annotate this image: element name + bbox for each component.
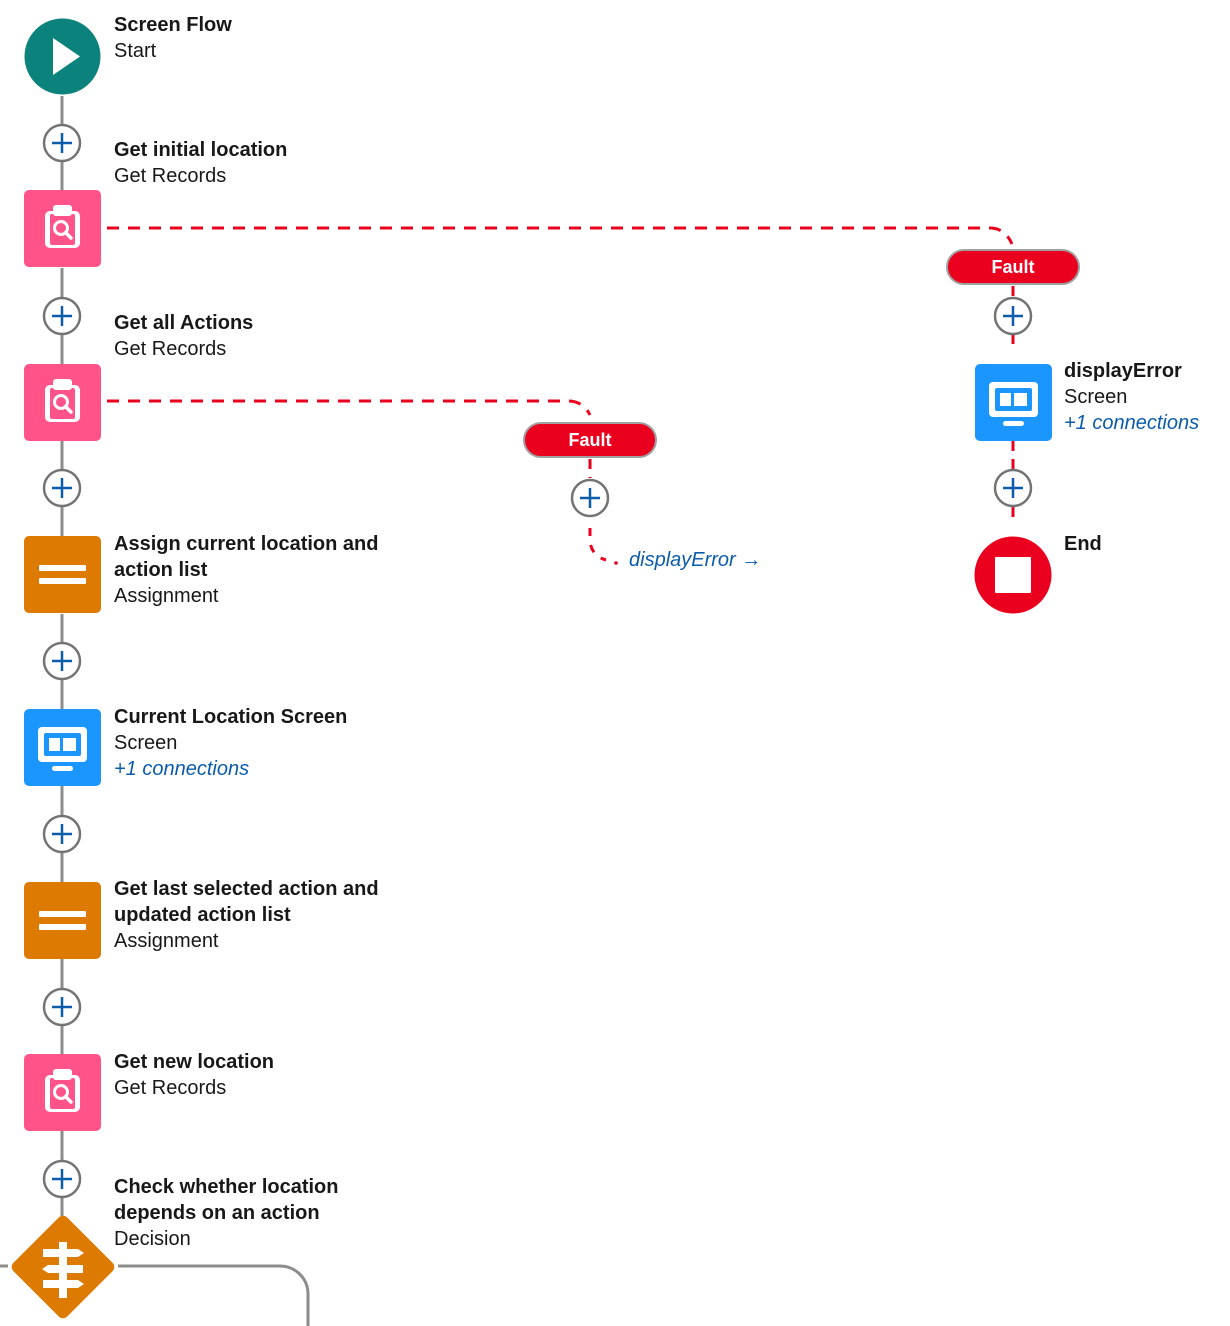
display-error-label: displayError Screen +1 connections xyxy=(1064,358,1199,436)
element-type: Get Records xyxy=(114,1077,227,1099)
element-title-line2: depends on an action xyxy=(114,1202,320,1224)
element-label: Get all Actions Get Records xyxy=(114,310,253,362)
element-title-line2: updated action list xyxy=(114,904,291,926)
element-type: Decision xyxy=(114,1228,191,1250)
element-type: Get Records xyxy=(114,165,227,187)
element-label: Current Location Screen Screen +1 connec… xyxy=(114,704,347,782)
add-element-button[interactable] xyxy=(42,641,82,681)
fault-goto-line xyxy=(588,528,607,562)
fault-connector-line xyxy=(107,399,592,416)
element-type: Screen xyxy=(114,732,178,754)
element-title: Get new location xyxy=(114,1051,275,1073)
end-title: End xyxy=(1064,533,1102,555)
clipboard-search-icon xyxy=(45,205,80,248)
flow-canvas: Screen Flow Start Get initial location G… xyxy=(0,0,1230,1326)
connections-link[interactable]: +1 connections xyxy=(114,756,347,782)
element-title-line1: Get last selected action and xyxy=(114,878,379,900)
add-element-button[interactable] xyxy=(42,1159,82,1199)
connections-link[interactable]: +1 connections xyxy=(1064,410,1199,436)
clipboard-search-icon xyxy=(45,1069,80,1112)
add-element-button[interactable] xyxy=(570,478,610,518)
assignment-node[interactable] xyxy=(24,536,101,613)
fault-goto-dot xyxy=(614,561,618,565)
goto-display-error-link[interactable]: displayError → xyxy=(629,549,761,572)
screen-node[interactable] xyxy=(24,709,101,786)
connector-lines xyxy=(0,96,1015,1326)
end-label: End xyxy=(1064,531,1102,557)
end-node[interactable] xyxy=(974,536,1052,614)
element-title: displayError xyxy=(1064,360,1182,382)
clipboard-search-icon xyxy=(45,379,80,422)
element-title-line1: Check whether location xyxy=(114,1176,339,1198)
element-type: Screen xyxy=(1064,386,1128,408)
fault-connector-line xyxy=(107,226,1014,245)
element-type: Assignment xyxy=(114,585,219,607)
element-type: Assignment xyxy=(114,930,219,952)
display-error-screen-node[interactable] xyxy=(975,364,1052,441)
start-node[interactable] xyxy=(24,18,101,95)
element-label: Check whether location depends on an act… xyxy=(114,1174,339,1252)
element-title-line1: Assign current location and xyxy=(114,533,379,555)
fault-badge[interactable]: Fault xyxy=(523,422,657,458)
stop-icon xyxy=(995,557,1031,593)
element-title: Get all Actions xyxy=(114,312,254,334)
add-element-button[interactable] xyxy=(993,468,1033,508)
element-title: Current Location Screen xyxy=(114,706,348,728)
add-element-button[interactable] xyxy=(993,296,1033,336)
element-title: Get initial location xyxy=(114,139,288,161)
add-element-button[interactable] xyxy=(42,814,82,854)
get-records-node[interactable] xyxy=(24,1054,101,1131)
start-type: Start xyxy=(114,40,157,62)
start-title: Screen Flow xyxy=(114,14,232,36)
start-label: Screen Flow Start xyxy=(114,12,232,64)
add-element-button[interactable] xyxy=(42,987,82,1027)
add-element-button[interactable] xyxy=(42,296,82,336)
get-records-node[interactable] xyxy=(24,364,101,441)
assignment-node[interactable] xyxy=(24,882,101,959)
add-element-button[interactable] xyxy=(42,123,82,163)
element-title-line2: action list xyxy=(114,559,208,581)
decision-branch-line xyxy=(118,1264,310,1326)
element-label: Get new location Get Records xyxy=(114,1049,274,1101)
fault-badge[interactable]: Fault xyxy=(946,249,1080,285)
element-label: Get initial location Get Records xyxy=(114,137,287,189)
decision-node[interactable] xyxy=(8,1212,118,1322)
get-records-node[interactable] xyxy=(24,190,101,267)
element-label: Assign current location and action list … xyxy=(114,531,378,609)
element-type: Get Records xyxy=(114,338,227,360)
element-label: Get last selected action and updated act… xyxy=(114,876,379,954)
add-element-button[interactable] xyxy=(42,468,82,508)
